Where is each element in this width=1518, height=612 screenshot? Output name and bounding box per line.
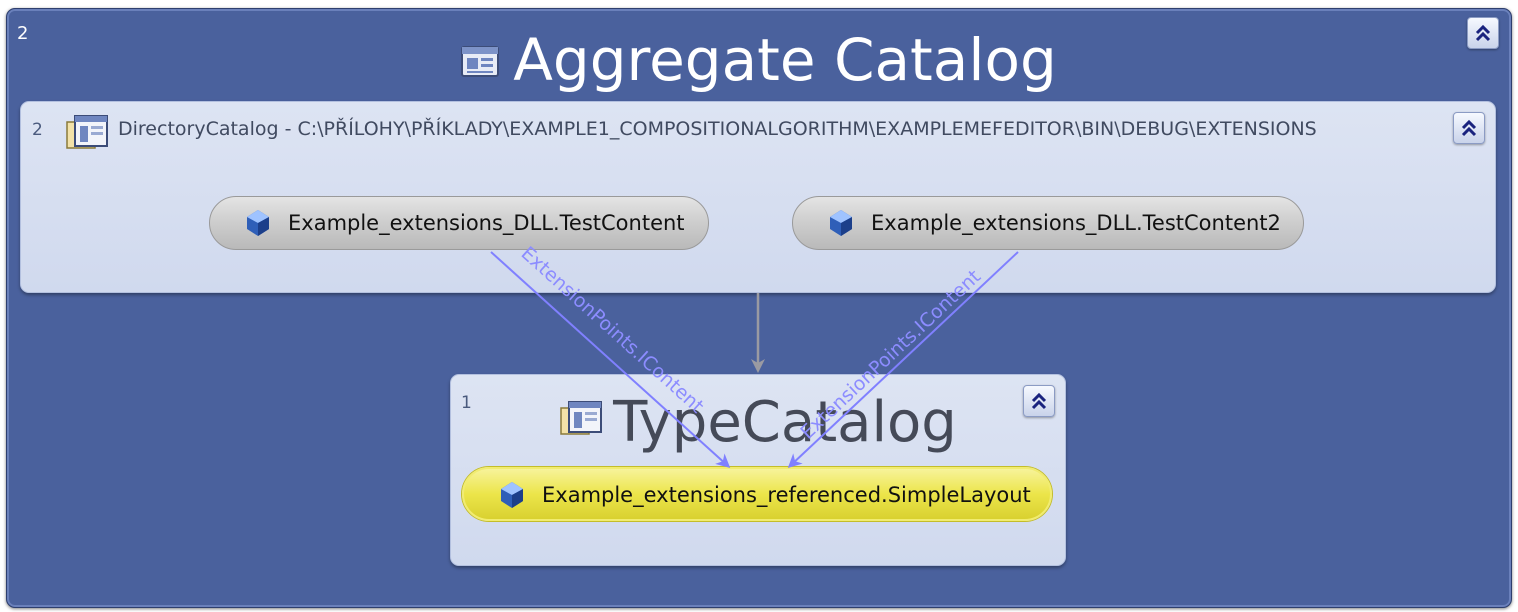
part-label: Example_extensions_DLL.TestContent2 (871, 211, 1281, 235)
directory-catalog-label: DirectoryCatalog - C:\PŘÍLOHY\PŘÍKLADY\E… (118, 118, 1317, 140)
collapse-chevron-icon (1031, 392, 1047, 410)
part-gem-icon (247, 210, 269, 236)
type-catalog-title-text: TypeCatalog (613, 390, 957, 455)
part-test-content[interactable]: Example_extensions_DLL.TestContent (209, 196, 709, 250)
aggregate-catalog-title: Aggregate Catalog (7, 27, 1511, 97)
part-gem-icon (501, 482, 523, 508)
type-catalog-title: TypeCatalog (451, 385, 1065, 464)
collapse-chevron-icon (1475, 24, 1491, 42)
type-catalog-icon (559, 382, 603, 458)
part-label: Example_extensions_DLL.TestContent (288, 211, 685, 235)
aggregate-collapse-button[interactable] (1467, 17, 1499, 49)
aggregate-catalog-title-text: Aggregate Catalog (513, 26, 1057, 94)
part-gem-icon (830, 210, 852, 236)
part-simple-layout[interactable]: Example_extensions_referenced.SimpleLayo… (462, 467, 1052, 521)
part-test-content-2[interactable]: Example_extensions_DLL.TestContent2 (792, 196, 1304, 250)
directory-catalog-icon (65, 114, 109, 156)
directory-catalog-count: 2 (32, 120, 43, 140)
directory-collapse-button[interactable] (1453, 112, 1485, 144)
part-label: Example_extensions_referenced.SimpleLayo… (542, 483, 1031, 507)
catalog-icon (461, 25, 500, 91)
collapse-chevron-icon (1461, 119, 1477, 137)
type-collapse-button[interactable] (1023, 385, 1055, 417)
